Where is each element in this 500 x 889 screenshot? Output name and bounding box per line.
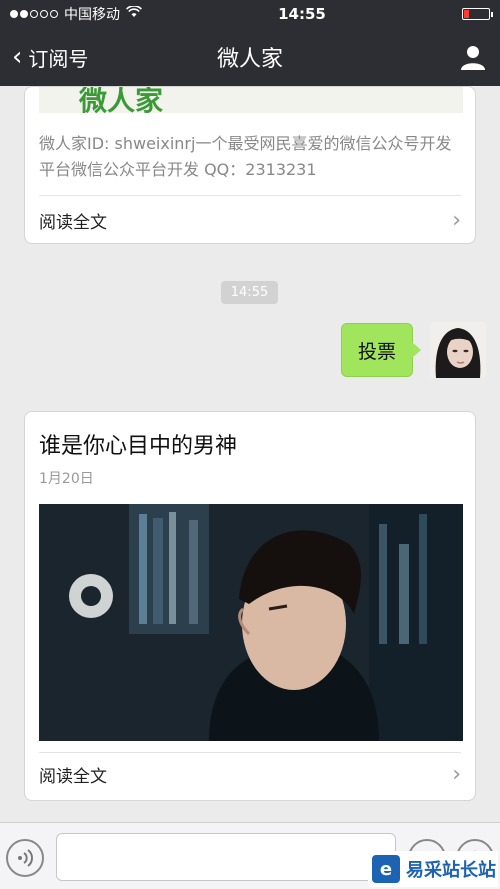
article-description: 微人家ID: shweixinrj一个最受网民喜爱的微信公众号开发平台微信公众平…	[39, 134, 452, 179]
watermark-text: 易采站长站	[406, 860, 496, 881]
voice-icon[interactable]	[6, 839, 44, 877]
back-label: 订阅号	[28, 46, 89, 71]
battery-low-icon	[462, 8, 493, 20]
sent-message-bubble[interactable]: 投票	[341, 323, 421, 377]
navigation-bar: ‹ 订阅号 微人家	[0, 28, 500, 86]
message-input[interactable]	[56, 833, 396, 881]
chevron-right-icon: ›	[452, 207, 461, 233]
message-timestamp: 14:55	[221, 281, 278, 304]
watermark-logo-icon: e	[372, 855, 400, 883]
watermark: e 易采站长站	[368, 851, 498, 887]
divider	[39, 752, 461, 753]
article-date: 1月20日	[39, 471, 94, 487]
back-button[interactable]: ‹ 订阅号	[12, 43, 88, 72]
article-banner-image: 微人家	[39, 87, 463, 113]
article-title: 谁是你心目中的男神	[39, 434, 238, 459]
read-more-link[interactable]: 阅读全文 ›	[39, 200, 461, 240]
person-icon[interactable]	[458, 42, 488, 72]
wifi-icon	[126, 5, 142, 22]
chevron-left-icon: ‹	[12, 42, 23, 72]
avatar[interactable]	[430, 322, 486, 378]
divider	[39, 195, 461, 196]
read-more-label: 阅读全文	[39, 766, 107, 787]
sent-message-text: 投票	[357, 340, 396, 363]
read-more-label: 阅读全文	[39, 212, 107, 233]
article-card-1[interactable]: 微人家 微人家ID: shweixinrj一个最受网民喜爱的微信公众号开发平台微…	[24, 86, 476, 244]
banner-logo-text: 微人家	[79, 87, 164, 113]
top-bar: 中国移动 14:55 ‹ 订阅号 微人家	[0, 0, 500, 86]
status-time: 14:55	[278, 5, 326, 23]
status-bar: 中国移动 14:55	[0, 0, 500, 28]
signal-dots-icon	[10, 10, 58, 18]
carrier-label: 中国移动	[64, 7, 120, 23]
read-more-link[interactable]: 阅读全文 ›	[39, 754, 461, 794]
article-card-2[interactable]: 谁是你心目中的男神 1月20日 阅读全文 ›	[24, 411, 476, 801]
article-cover-image	[39, 504, 463, 741]
chevron-right-icon: ›	[452, 761, 461, 787]
